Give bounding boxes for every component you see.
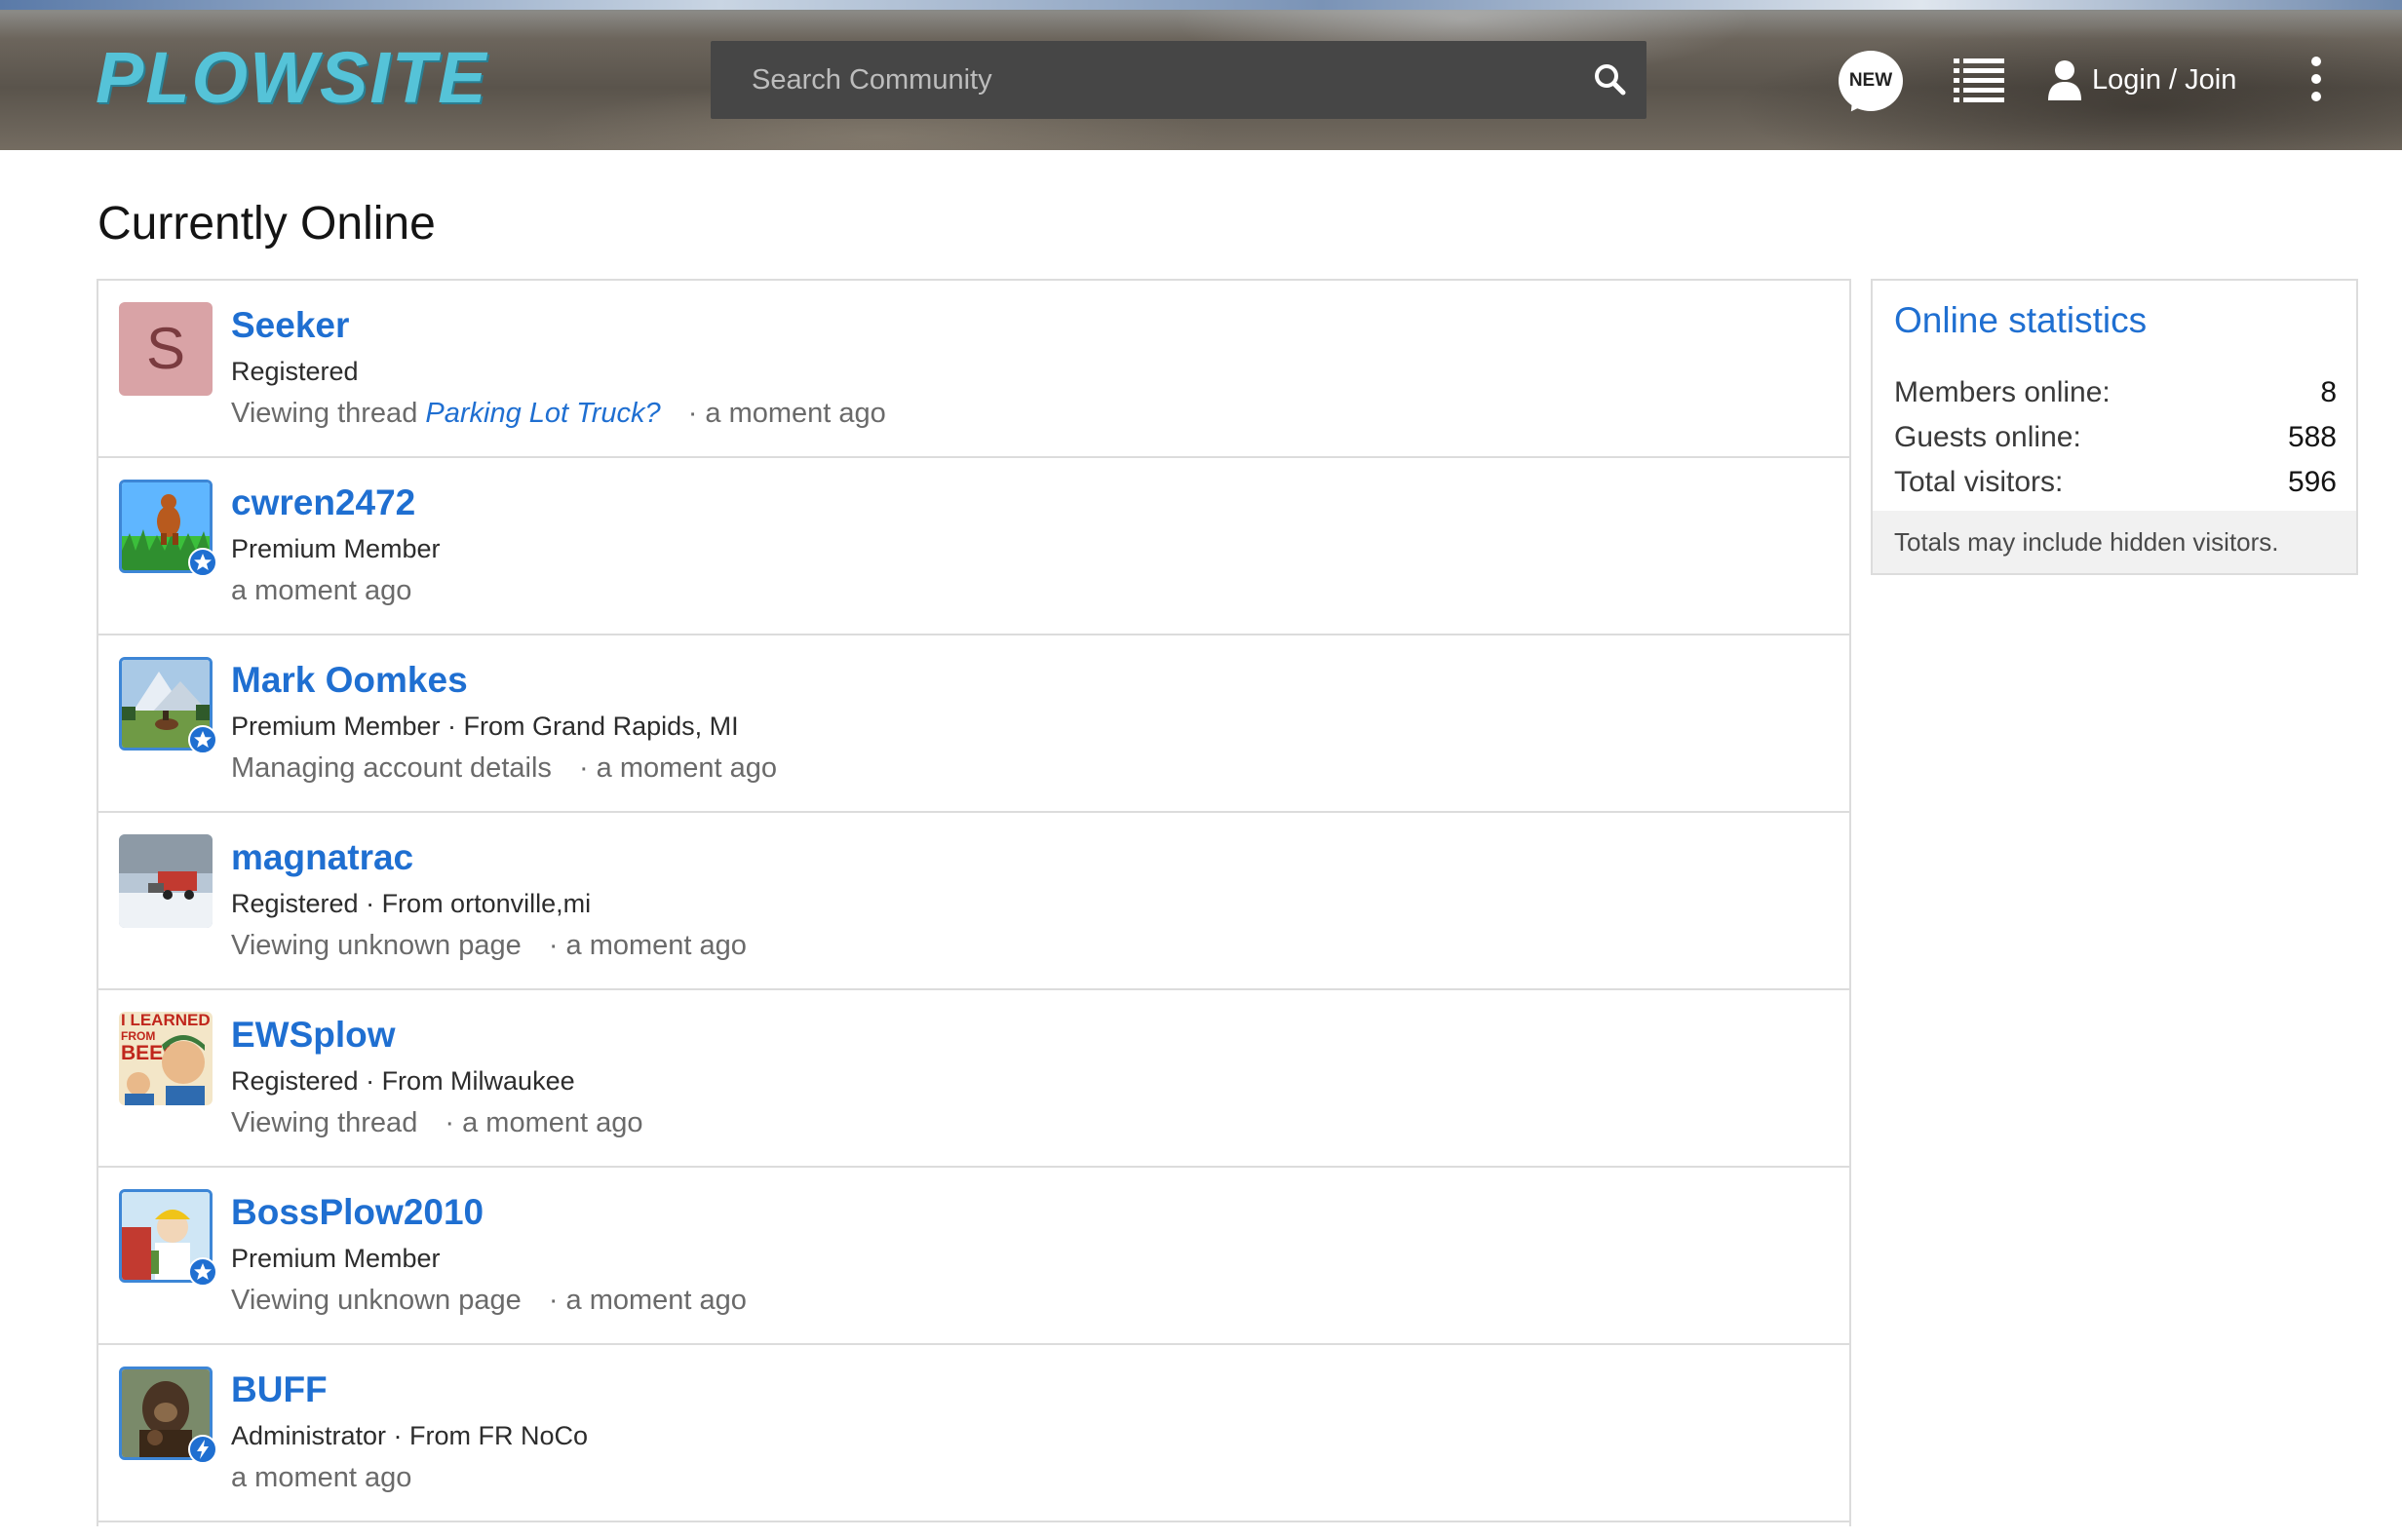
user-activity: Managing account details · a moment ago (231, 751, 777, 786)
page-title: Currently Online (97, 198, 436, 250)
search-box (711, 41, 1647, 119)
site-logo[interactable]: PLOWSITE (96, 42, 487, 114)
activity-time: · a moment ago (687, 398, 886, 429)
stat-row-members: Members online: 8 (1894, 370, 2337, 415)
site-header: PLOWSITE NEW Login / Join (0, 0, 2402, 150)
stat-value: 8 (2320, 376, 2337, 408)
user-activity: Viewing thread · a moment ago (231, 1105, 643, 1140)
avatar[interactable]: I LEARNED FROM BEER (119, 1012, 213, 1105)
username-link[interactable]: magnatrac (231, 836, 413, 879)
username-link[interactable]: EWSplow (231, 1014, 396, 1057)
user-meta: Registered · From Milwaukee (231, 1066, 575, 1096)
user-activity: Viewing thread Parking Lot Truck? · a mo… (231, 396, 886, 431)
online-statistics-panel: Online statistics Members online: 8 Gues… (1871, 279, 2358, 575)
user-row: S Seeker Registered Viewing thread Parki… (98, 281, 1849, 458)
admin-bolt-badge-icon (188, 1435, 217, 1464)
activity-time: · a moment ago (578, 752, 778, 784)
login-join-button[interactable]: Login / Join (2047, 57, 2236, 103)
user-meta: Premium Member (231, 1244, 441, 1273)
user-row: I LEARNED FROM BEER EWSplow Registered ·… (98, 990, 1849, 1168)
premium-star-badge-icon (188, 1257, 217, 1287)
user-row: Mark Oomkes Premium Member · From Grand … (98, 635, 1849, 813)
stat-value: 596 (2287, 466, 2337, 498)
premium-star-badge-icon (188, 548, 217, 577)
login-join-label: Login / Join (2092, 64, 2237, 96)
stat-row-guests: Guests online: 588 (1894, 415, 2337, 460)
activity-time: a moment ago (231, 575, 412, 606)
username-link[interactable]: cwren2472 (231, 481, 415, 524)
avatar-plow-truck-image (119, 834, 213, 928)
user-activity: Viewing unknown page · a moment ago (231, 928, 747, 963)
avatar-letter: S (145, 316, 186, 381)
online-user-list: S Seeker Registered Viewing thread Parki… (97, 279, 1851, 1526)
stat-label: Guests online: (1894, 421, 2081, 453)
new-posts-label: NEW (1839, 51, 1903, 111)
stat-value: 588 (2287, 421, 2337, 453)
user-row: BUFF Administrator · From FR NoCo a mome… (98, 1345, 1849, 1522)
activity-time: · a moment ago (548, 1285, 747, 1316)
online-statistics-title: Online statistics (1894, 300, 2148, 340)
user-meta: Registered (231, 357, 359, 386)
activity-text: Viewing thread (231, 1107, 418, 1138)
avatar[interactable] (119, 834, 213, 928)
new-posts-button[interactable]: NEW (1839, 51, 1903, 118)
stats-note: Totals may include hidden visitors. (1873, 511, 2356, 573)
user-row: cwren2472 Premium Member a moment ago (98, 458, 1849, 635)
user-meta: Registered · From ortonville,mi (231, 889, 592, 918)
username-link[interactable]: BUFF (231, 1368, 328, 1411)
activity-text: Managing account details (231, 752, 552, 784)
user-row: BossPlow2010 Premium Member Viewing unkn… (98, 1168, 1849, 1345)
search-icon[interactable] (1593, 62, 1626, 96)
thread-link[interactable]: Parking Lot Truck? (425, 398, 660, 429)
activity-text: Viewing unknown page (231, 1285, 522, 1316)
activity-text: Viewing unknown page (231, 930, 522, 961)
activity-time: · a moment ago (445, 1107, 643, 1138)
username-link[interactable]: Seeker (231, 304, 349, 347)
stat-label: Members online: (1894, 376, 2111, 408)
user-meta: Premium Member (231, 534, 441, 563)
activity-time: · a moment ago (548, 930, 747, 961)
avatar-cartoon-image (125, 1035, 205, 1105)
user-activity: a moment ago (231, 573, 411, 608)
user-meta: Administrator · From FR NoCo (231, 1421, 589, 1450)
kebab-menu-icon[interactable] (2306, 57, 2326, 101)
user-icon (2048, 60, 2081, 100)
user-row: magnatrac Registered · From ortonville,m… (98, 813, 1849, 990)
username-link[interactable]: BossPlow2010 (231, 1191, 484, 1234)
avatar[interactable]: S (119, 302, 213, 396)
stat-label: Total visitors: (1894, 466, 2064, 498)
username-link[interactable]: Mark Oomkes (231, 659, 468, 702)
activity-text: Viewing thread (231, 398, 418, 429)
user-meta: Premium Member · From Grand Rapids, MI (231, 712, 739, 741)
premium-star-badge-icon (188, 725, 217, 754)
user-activity: a moment ago (231, 1460, 411, 1495)
stat-row-total: Total visitors: 596 (1894, 460, 2337, 505)
activity-time: a moment ago (231, 1462, 412, 1493)
list-icon[interactable] (1954, 57, 2004, 103)
search-input[interactable] (711, 41, 1569, 119)
user-activity: Viewing unknown page · a moment ago (231, 1283, 747, 1318)
